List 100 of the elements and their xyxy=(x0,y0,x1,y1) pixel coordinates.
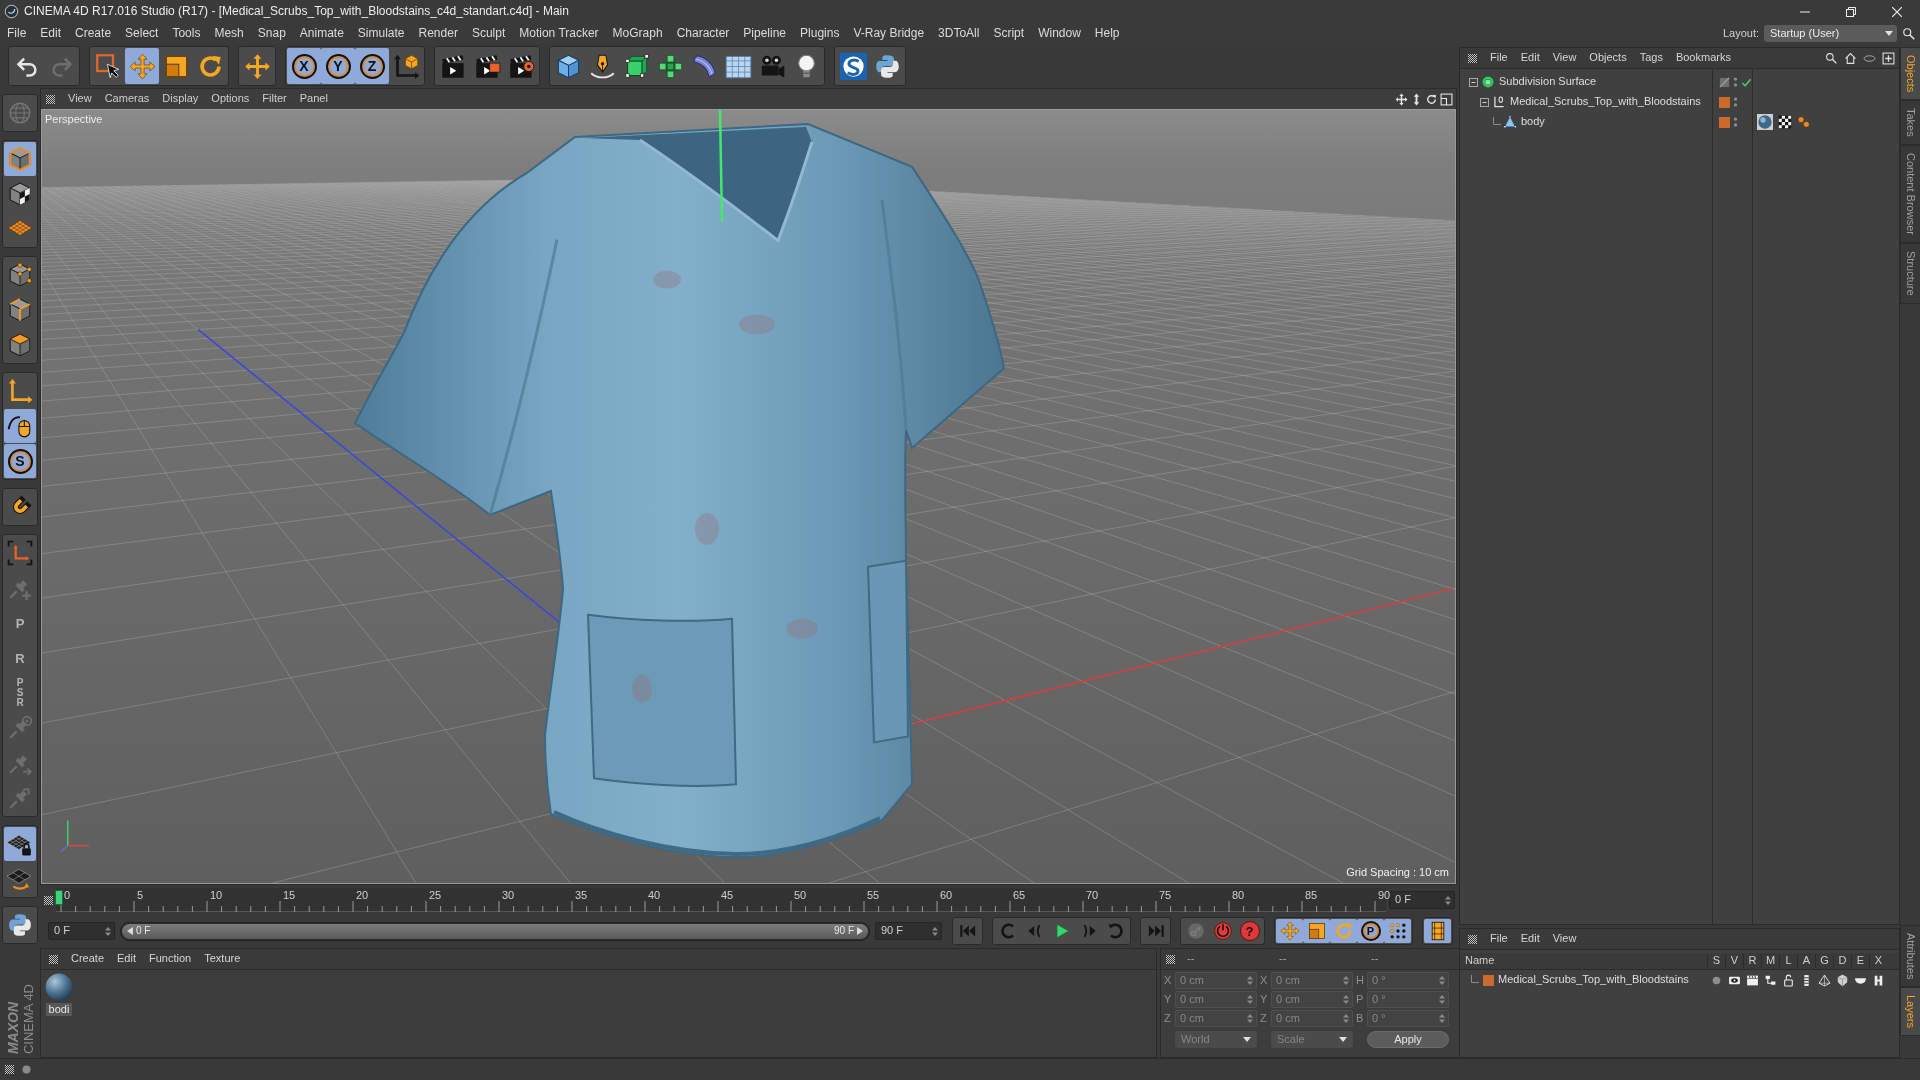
menu-item[interactable]: Window xyxy=(1038,26,1081,41)
grip-icon[interactable] xyxy=(1468,53,1477,63)
menu-item[interactable]: Motion Tracker xyxy=(519,26,599,41)
current-frame-field[interactable]: 0 F xyxy=(1389,891,1455,909)
object-name[interactable]: Subdivision Surface xyxy=(1499,75,1597,89)
layer-name[interactable]: Medical_Scrubs_Top_with_Bloodstains xyxy=(1498,973,1689,987)
column-header[interactable]: L xyxy=(1779,954,1797,968)
rotate-icon[interactable] xyxy=(1425,92,1438,106)
checker-tag-icon[interactable] xyxy=(1778,115,1792,129)
spinner-icon[interactable] xyxy=(932,926,938,936)
restore-icon[interactable] xyxy=(1846,6,1856,17)
menu-item[interactable]: Select xyxy=(125,26,159,41)
menu-item[interactable]: Panel xyxy=(299,92,328,106)
grip-icon[interactable] xyxy=(44,895,53,905)
open-lock-icon[interactable] xyxy=(1781,973,1795,987)
menu-item[interactable]: Plugins xyxy=(800,26,840,41)
menu-item[interactable]: Display xyxy=(162,92,199,106)
expand-toggle-icon[interactable] xyxy=(1468,76,1479,88)
menu-item[interactable]: Help xyxy=(1094,26,1120,41)
mouse-icon[interactable] xyxy=(4,409,36,443)
column-header[interactable]: X xyxy=(1869,954,1887,968)
menu-item[interactable]: Tags xyxy=(1639,51,1663,65)
menu-item[interactable]: Create xyxy=(71,952,105,966)
spinner-icon[interactable] xyxy=(105,926,111,936)
pyramid-icon[interactable] xyxy=(1817,973,1831,987)
menu-item[interactable]: Mesh xyxy=(214,26,244,41)
search-icon[interactable] xyxy=(1902,26,1916,41)
expand-toggle-icon[interactable] xyxy=(1479,96,1490,108)
column-header[interactable]: M xyxy=(1761,954,1779,968)
menu-item[interactable]: View xyxy=(1552,932,1577,946)
axis-lock-button[interactable]: Z xyxy=(355,48,389,84)
start-frame-field[interactable]: 0 F xyxy=(48,922,115,940)
panel-tab[interactable]: Attributes xyxy=(1900,924,1920,987)
menu-item[interactable]: Simulate xyxy=(357,26,405,41)
menu-item[interactable]: Character xyxy=(676,26,730,41)
spinner-icon[interactable] xyxy=(1445,895,1451,905)
menu-item[interactable]: Render xyxy=(418,26,458,41)
column-header[interactable]: Name xyxy=(1460,954,1707,968)
column-header[interactable]: E xyxy=(1851,954,1869,968)
menu-item[interactable]: Objects xyxy=(1589,51,1627,65)
menu-item[interactable]: File xyxy=(1490,51,1508,65)
menu-item[interactable]: Animate xyxy=(299,26,344,41)
panel-tab[interactable]: Takes xyxy=(1900,100,1920,146)
menu-item[interactable]: Filter xyxy=(262,92,287,106)
material-sphere-icon[interactable] xyxy=(45,973,73,1001)
menu-item[interactable]: File xyxy=(1490,932,1508,946)
menu-item[interactable]: Cameras xyxy=(104,92,150,106)
layer-swatch-icon[interactable] xyxy=(1719,116,1730,128)
hierarchy-icon[interactable] xyxy=(1763,973,1777,987)
check-icon[interactable] xyxy=(1741,76,1752,88)
search-icon[interactable] xyxy=(1825,51,1838,65)
grip-icon[interactable] xyxy=(46,94,55,104)
menu-item[interactable]: Edit xyxy=(1520,51,1540,65)
column-header[interactable]: D xyxy=(1833,954,1851,968)
layout-dropdown[interactable]: Startup (User) xyxy=(1764,25,1897,42)
column-header[interactable]: S xyxy=(1707,954,1725,968)
column-header[interactable]: G xyxy=(1815,954,1833,968)
column-header[interactable]: V xyxy=(1725,954,1743,968)
cube-outline-icon[interactable] xyxy=(1835,973,1849,987)
dot-grid-icon[interactable] xyxy=(1384,919,1411,943)
pan-icon[interactable] xyxy=(1395,92,1408,106)
column-header[interactable]: R xyxy=(1743,954,1761,968)
menu-item[interactable]: Edit xyxy=(1520,932,1540,946)
column-header[interactable]: A xyxy=(1797,954,1815,968)
menu-item[interactable]: 3DToAll xyxy=(938,26,980,41)
clapperboard-icon[interactable] xyxy=(1745,973,1759,987)
menu-item[interactable]: Edit xyxy=(40,26,62,41)
material-tag-icon[interactable] xyxy=(1757,114,1773,130)
menu-item[interactable]: Tools xyxy=(172,26,201,41)
visibility-dots-icon[interactable] xyxy=(1733,76,1738,88)
frame-range-slider[interactable]: 0 F 90 F xyxy=(122,923,868,939)
panel-tab[interactable]: Structure xyxy=(1900,243,1920,304)
dots-tag-icon[interactable] xyxy=(1797,115,1811,129)
letter-circle-button[interactable]: S xyxy=(4,444,36,478)
menu-item[interactable]: Texture xyxy=(204,952,241,966)
menu-item[interactable]: V-Ray Bridge xyxy=(853,26,925,41)
grip-icon[interactable] xyxy=(1468,934,1477,944)
visibility-dots-icon[interactable] xyxy=(1733,96,1738,108)
end-frame-field[interactable]: 90 F xyxy=(875,922,942,940)
grid-lock-icon[interactable] xyxy=(4,827,36,861)
menu-item[interactable]: MoGraph xyxy=(612,26,663,41)
arrow-left-icon[interactable] xyxy=(127,927,133,935)
empty-layer-icon[interactable] xyxy=(1719,76,1730,88)
menu-item[interactable]: File xyxy=(7,26,27,41)
cube-icon[interactable] xyxy=(4,142,36,176)
grip-icon[interactable] xyxy=(49,954,58,964)
panel-layout-icon[interactable] xyxy=(1440,92,1453,106)
parameter-button[interactable]: P xyxy=(1357,919,1384,943)
menu-item[interactable]: Create xyxy=(75,26,112,41)
plus-square-icon[interactable] xyxy=(1882,51,1895,65)
material-name[interactable]: bodi xyxy=(45,1003,73,1016)
menu-item[interactable]: Bookmarks xyxy=(1675,51,1731,65)
layer-swatch-icon[interactable] xyxy=(1719,96,1730,108)
menu-item[interactable]: Function xyxy=(149,952,192,966)
axis-lock-button[interactable]: Y xyxy=(321,48,355,84)
menu-item[interactable]: Pipeline xyxy=(743,26,787,41)
close-icon[interactable] xyxy=(1892,6,1902,17)
menu-item[interactable]: Edit xyxy=(117,952,136,966)
menu-item[interactable]: View xyxy=(68,92,92,106)
object-name[interactable]: body xyxy=(1521,115,1545,129)
